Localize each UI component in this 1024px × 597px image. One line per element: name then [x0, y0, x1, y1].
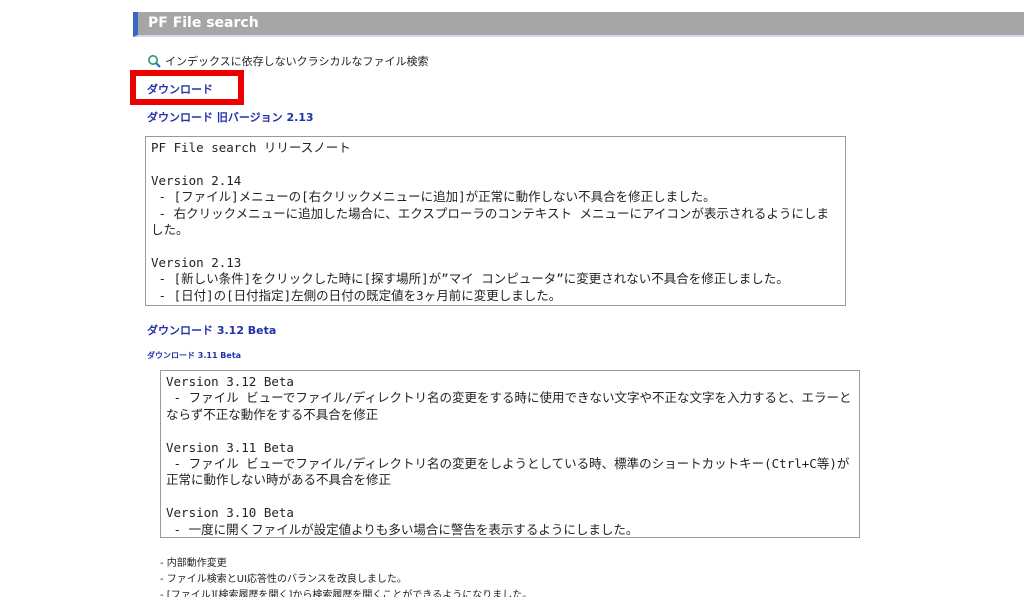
header-bar: PF File search [133, 12, 1024, 37]
page-title: PF File search [148, 15, 259, 31]
bottom-note-line: - [ファイル][検索履歴を開く]から検索履歴を開くことができるようになりました… [160, 590, 533, 597]
bottom-note-line: - 内部動作変更 [160, 558, 227, 569]
release-notes-text: PF File search リリースノート Version 2.14 - [フ… [151, 140, 829, 303]
tagline-text: インデックスに依存しないクラシカルなファイル検索 [165, 55, 429, 68]
search-icon [147, 54, 161, 68]
release-notes-box[interactable]: PF File search リリースノート Version 2.14 - [フ… [145, 136, 846, 306]
beta-notes-text: Version 3.12 Beta - ファイル ビューでファイル/ディレクトリ… [166, 374, 852, 537]
tagline: インデックスに依存しないクラシカルなファイル検索 [147, 53, 428, 69]
beta-notes-box[interactable]: Version 3.12 Beta - ファイル ビューでファイル/ディレクトリ… [160, 370, 860, 538]
download-beta-312-link[interactable]: ダウンロード 3.12 Beta [147, 322, 276, 338]
download-link[interactable]: ダウンロード [147, 81, 213, 97]
page: PF File search インデックスに依存しないクラシカルなファイル検索 … [0, 0, 1024, 597]
download-beta-311-link[interactable]: ダウンロード 3.11 Beta [147, 350, 241, 361]
bottom-notes: - 内部動作変更 - ファイル検索とUI応答性のバランスを改良しました。 - [… [160, 556, 532, 597]
download-old-version-link[interactable]: ダウンロード 旧バージョン 2.13 [147, 109, 314, 125]
bottom-note-line: - ファイル検索とUI応答性のバランスを改良しました。 [160, 574, 407, 585]
